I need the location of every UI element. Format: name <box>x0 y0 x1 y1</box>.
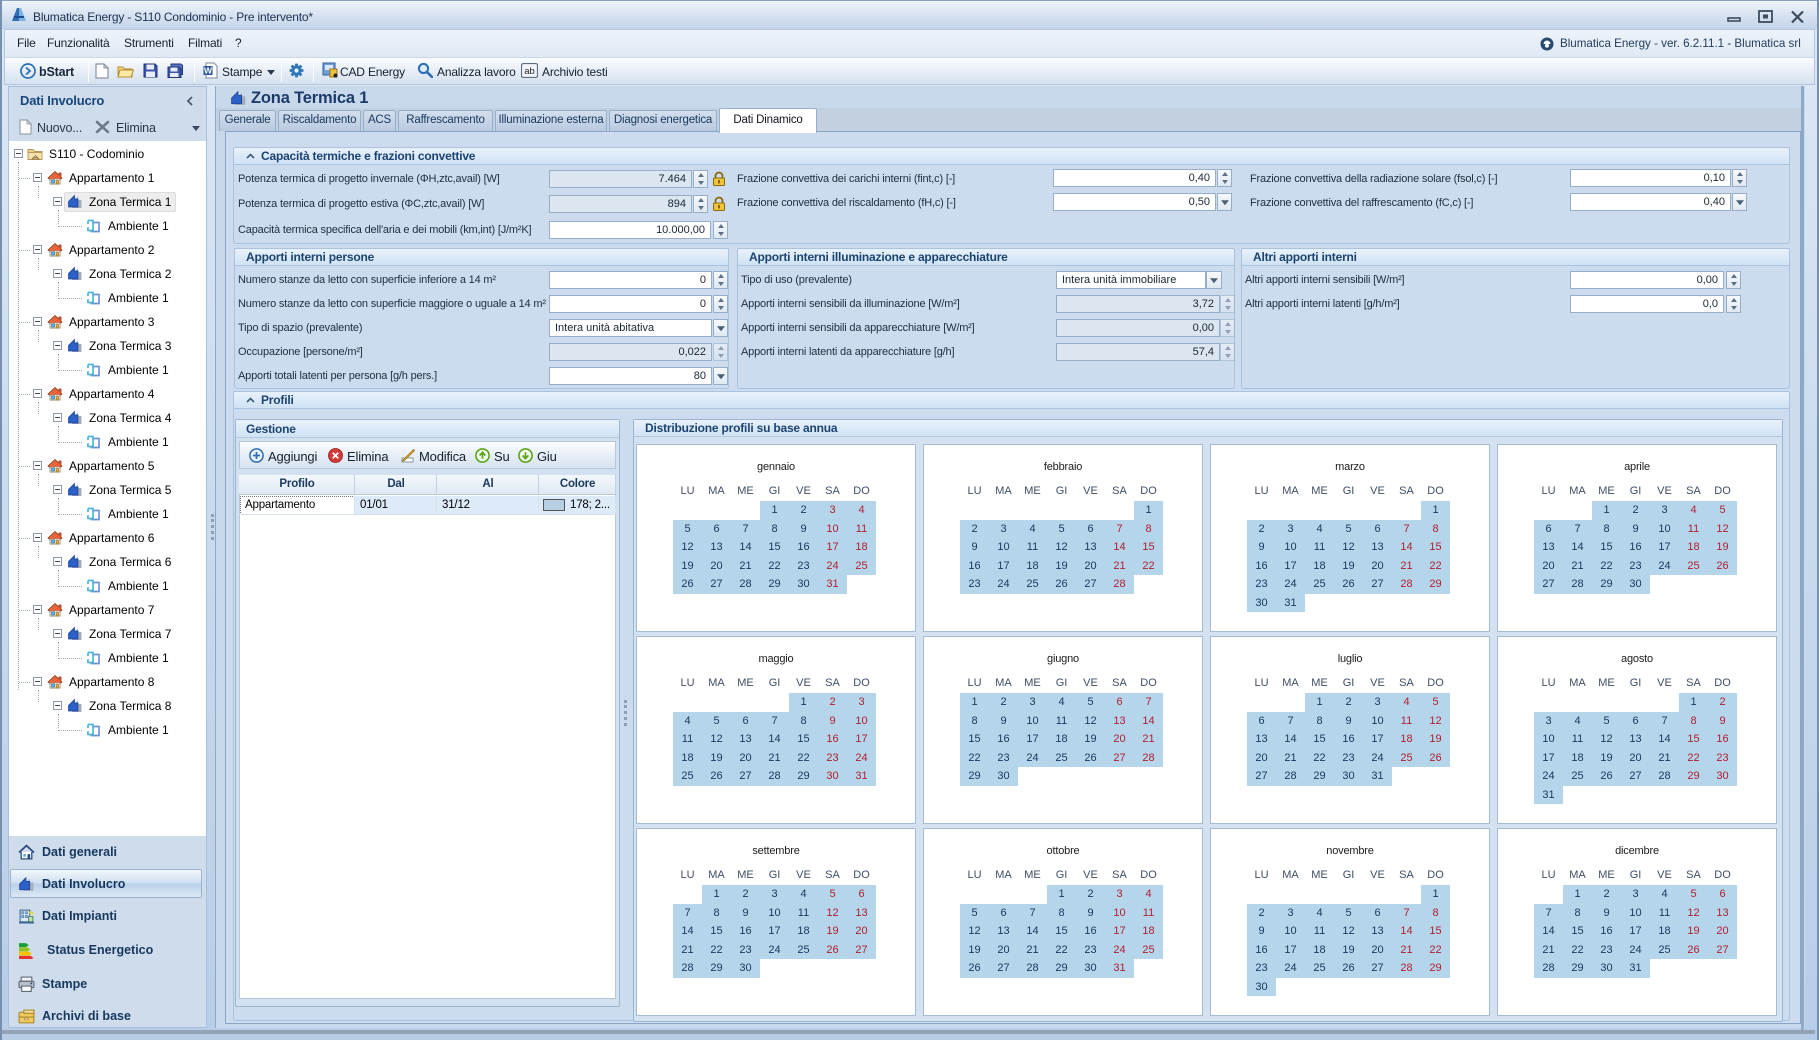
svg-text:ab: ab <box>524 66 535 77</box>
svg-text:W: W <box>204 66 213 76</box>
